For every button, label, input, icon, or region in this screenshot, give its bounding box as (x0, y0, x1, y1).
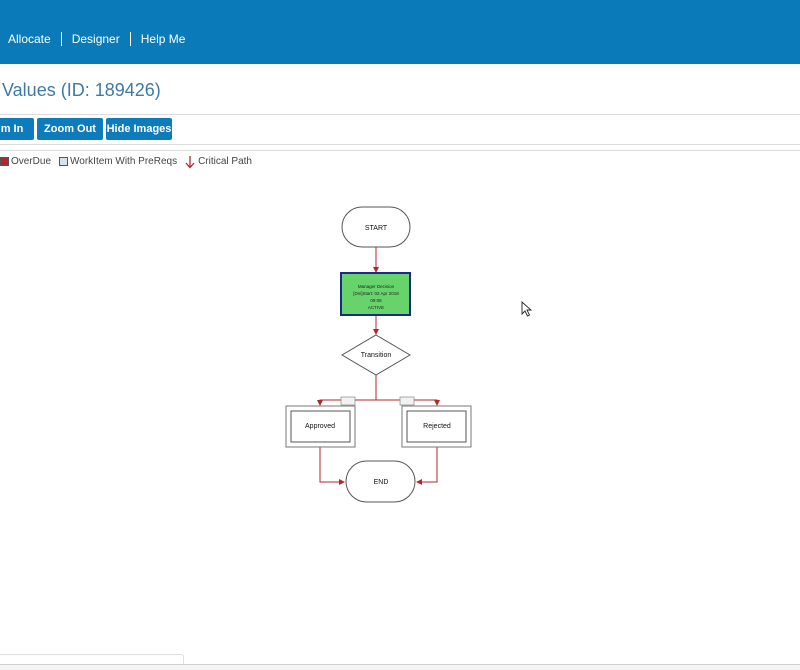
page-title: Values (ID: 189426) (2, 80, 161, 100)
overdue-swatch-icon (0, 156, 9, 166)
nav-item-designer[interactable]: Designer (64, 28, 128, 50)
critical-path-arrow-icon (185, 156, 195, 169)
approved-label: Approved (305, 423, 335, 430)
start-node: START (341, 206, 411, 248)
task-node-line2: [Dni]Start: 02 Apr 2018 (353, 291, 399, 296)
task-node-line3: 09:08 (370, 298, 382, 303)
legend-top-border (0, 150, 800, 151)
nav-separator (60, 32, 62, 46)
top-header-bar: Allocate Designer Help Me (0, 0, 800, 64)
legend-workitem-prereqs-label: WorkItem With PreReqs (70, 155, 178, 167)
task-node-manager-decision: Manager Decision [Dni]Start: 02 Apr 2018… (340, 272, 411, 316)
end-node: END (345, 460, 416, 503)
approved-node: Approved (285, 405, 356, 448)
connector-transition-approved (317, 375, 377, 406)
nav-item-allocate[interactable]: Allocate (0, 28, 59, 50)
legend-critical-path-label: Critical Path (198, 155, 252, 167)
legend-workitem-prereqs: WorkItem With PreReqs (59, 156, 177, 167)
connector-transition-rejected (376, 399, 440, 406)
prereqs-swatch-icon (59, 156, 69, 166)
title-divider (0, 114, 800, 115)
rejected-label: Rejected (423, 423, 451, 430)
task-node-line4: ACTIVE (368, 305, 384, 310)
zoom-in-button[interactable]: m In (0, 118, 34, 140)
task-node-line1: Manager Decision (358, 284, 395, 289)
horizontal-scrollbar[interactable] (0, 664, 800, 670)
end-node-label: END (374, 479, 389, 486)
mouse-cursor-icon (521, 300, 533, 317)
transition-decision-node: Transition (341, 334, 411, 376)
legend: OverDue WorkItem With PreReqs Critical P… (0, 153, 260, 169)
nav-separator (129, 32, 131, 46)
transition-label: Transition (361, 352, 392, 359)
nav-item-help-me[interactable]: Help Me (133, 28, 194, 50)
connector-approved-end (319, 447, 345, 485)
connector-rejected-end (416, 447, 438, 485)
start-node-label: START (365, 225, 388, 232)
legend-overdue: OverDue (0, 156, 51, 167)
hide-images-button[interactable]: Hide Images (106, 118, 172, 140)
legend-overdue-label: OverDue (11, 155, 52, 167)
branch-tag-approved (340, 396, 356, 406)
branch-tag-rejected (399, 396, 415, 406)
toolbar-divider (0, 144, 800, 145)
rejected-node: Rejected (401, 405, 472, 448)
legend-critical-path: Critical Path (185, 153, 252, 169)
zoom-out-button[interactable]: Zoom Out (37, 118, 103, 140)
main-nav: Allocate Designer Help Me (0, 28, 193, 50)
